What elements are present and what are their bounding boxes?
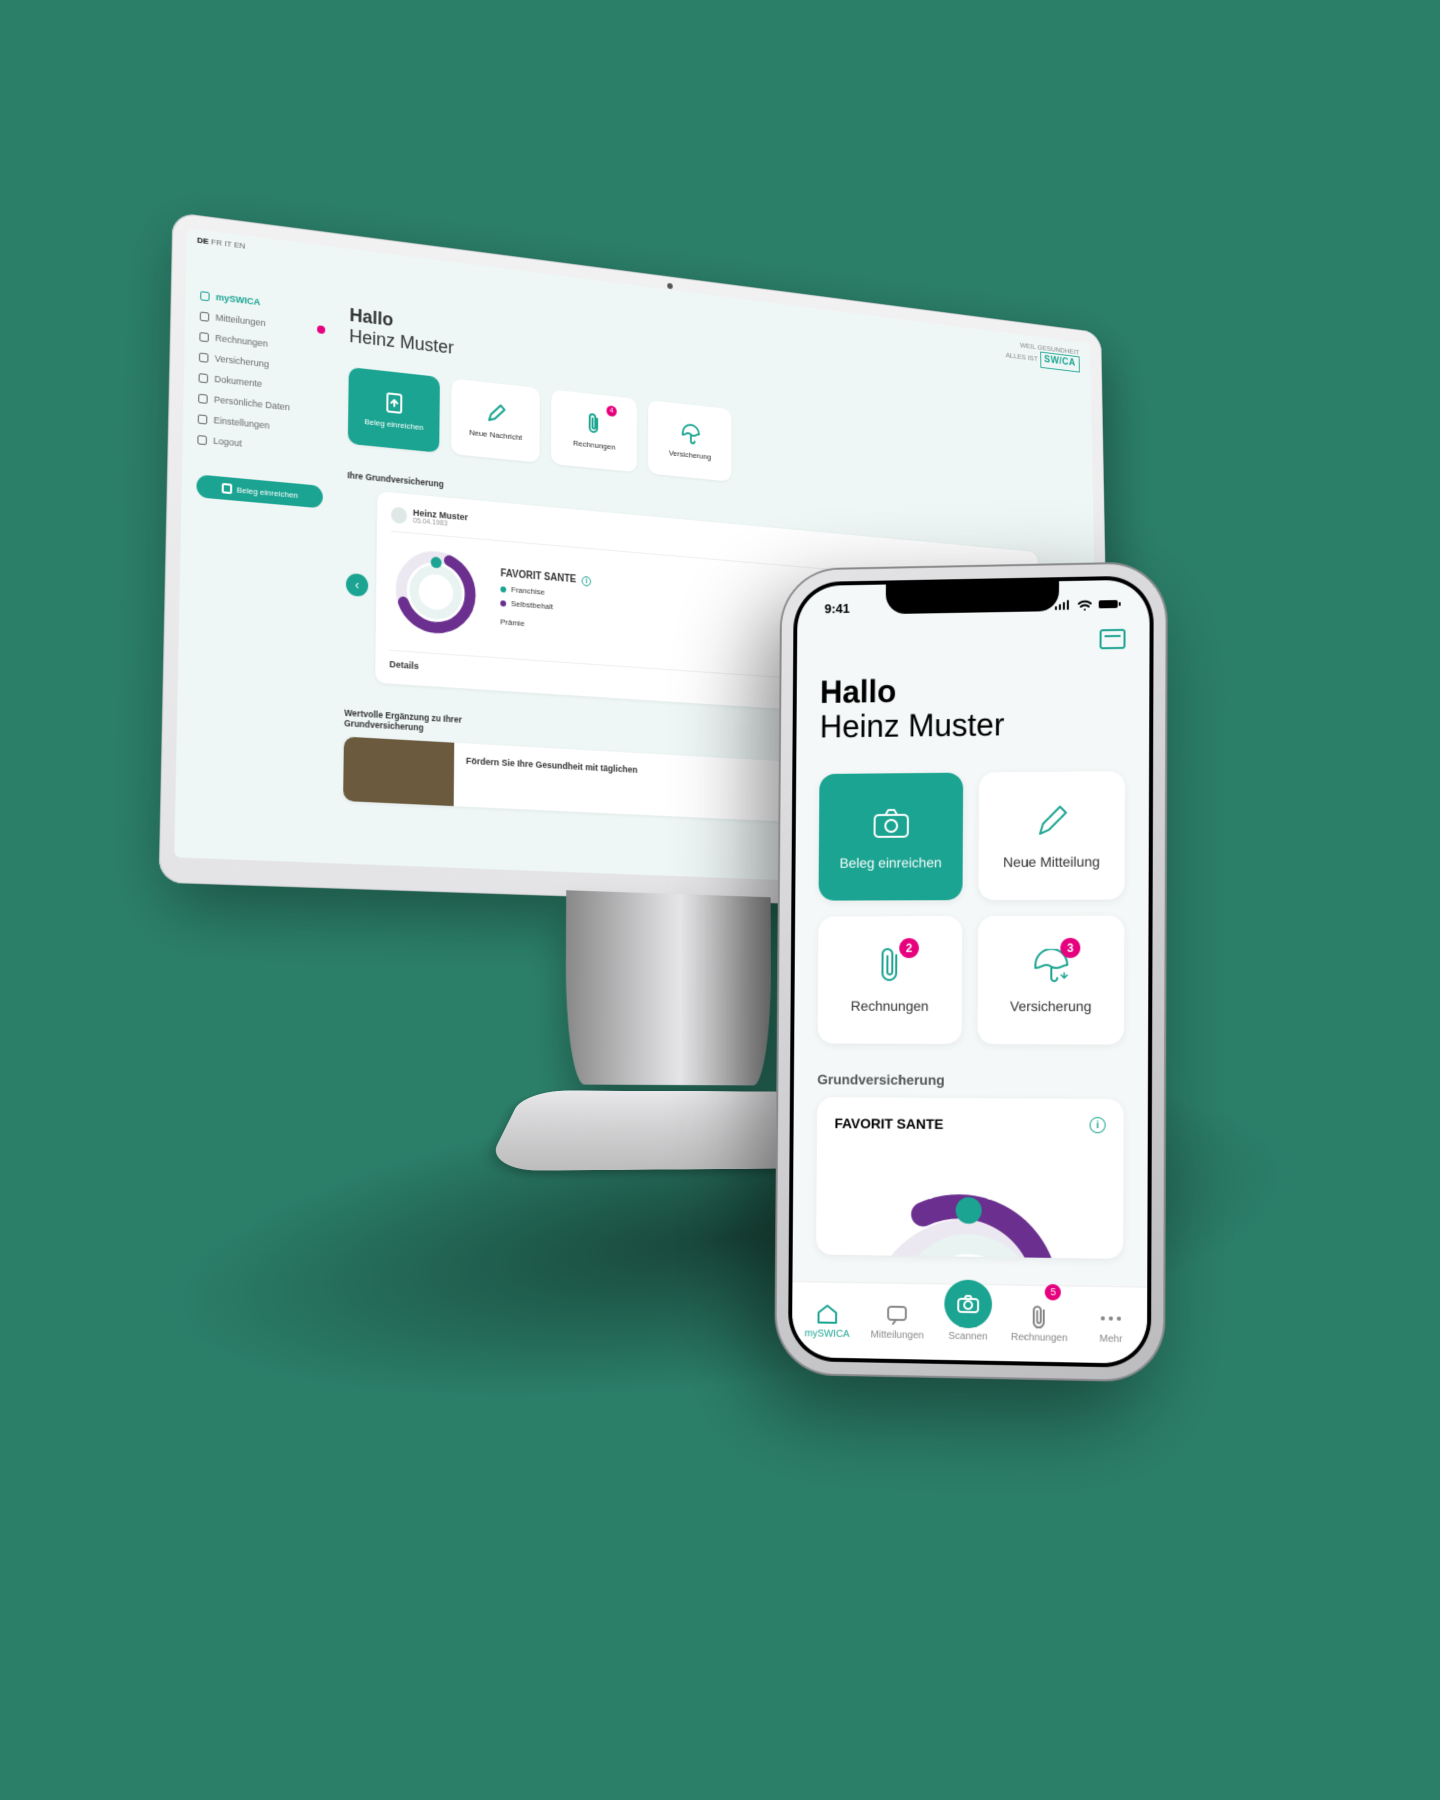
battery-icon (1098, 597, 1122, 609)
info-icon[interactable]: i (1090, 1117, 1106, 1133)
legend-dot (500, 600, 506, 606)
wifi-icon (1077, 598, 1093, 610)
notification-badge (317, 325, 325, 334)
tab-more[interactable]: Mehr (1075, 1287, 1147, 1364)
umbrella-icon (680, 422, 700, 445)
tab-mitteilungen[interactable]: Mitteilungen (862, 1283, 933, 1359)
insurance-card-icon[interactable] (1100, 629, 1126, 649)
shield-icon (199, 352, 209, 362)
tab-myswica[interactable]: mySWICA (792, 1282, 863, 1358)
insurance-section-label: Grundversicherung (817, 1072, 1124, 1090)
status-time: 9:41 (824, 601, 849, 616)
tile-submit-receipt[interactable]: Beleg einreichen (348, 367, 440, 453)
tab-scan[interactable]: Scannen (932, 1260, 1004, 1361)
phone-screen: 9:41 Hallo Heinz Muster Beleg (792, 579, 1150, 1363)
coverage-donut (859, 1144, 1078, 1260)
tile-invoices[interactable]: 4 Rechnungen (551, 389, 637, 472)
tile-insurance[interactable]: 3 Versicherung (978, 916, 1125, 1045)
scan-button[interactable] (944, 1279, 992, 1328)
home-icon (815, 1301, 839, 1325)
action-tiles: Beleg einreichen Neue Mitteilung 2 Rechn… (818, 771, 1125, 1045)
tile-new-message[interactable]: Neue Mitteilung (978, 771, 1125, 900)
chat-icon (200, 311, 210, 321)
tab-bar: mySWICA Mitteilungen Scannen 5 Rechnunge… (792, 1281, 1147, 1364)
upload-icon (222, 483, 233, 494)
logout-icon (197, 434, 207, 444)
carousel-prev-button[interactable]: ‹ (346, 573, 368, 597)
monitor-stand (535, 889, 799, 1240)
gear-icon (198, 414, 208, 424)
tab-rechnungen[interactable]: 5 Rechnungen (1003, 1285, 1075, 1362)
submit-receipt-button[interactable]: Beleg einreichen (196, 474, 323, 508)
more-icon (1099, 1306, 1123, 1331)
paperclip-icon (584, 412, 605, 436)
promo-image (343, 737, 454, 807)
legend-dot (500, 586, 506, 592)
sidebar: mySWICA Mitteilungen Rechnungen Versiche… (174, 228, 340, 863)
coverage-donut (390, 542, 482, 642)
info-icon[interactable]: i (582, 576, 591, 587)
phone-device: 9:41 Hallo Heinz Muster Beleg (776, 563, 1166, 1380)
badge: 3 (1060, 938, 1080, 958)
phone-notch (886, 581, 1059, 614)
greeting-title: Hallo Heinz Muster (820, 671, 1126, 745)
paperclip-icon (1030, 1305, 1048, 1330)
promo-title: Fördern Sie Ihre Gesundheit mit tägliche… (466, 743, 647, 815)
camera-icon (871, 803, 910, 843)
insurance-card[interactable]: FAVORIT SANTEi (816, 1098, 1124, 1260)
document-icon (199, 373, 209, 383)
upload-icon (383, 390, 405, 414)
badge: 2 (899, 938, 919, 958)
badge: 5 (1045, 1284, 1061, 1300)
badge: 4 (606, 405, 616, 417)
tile-new-message[interactable]: Neue Nachricht (451, 378, 540, 462)
invoice-icon (199, 331, 209, 341)
user-icon (198, 393, 208, 403)
webcam (667, 283, 672, 289)
pencil-icon (1034, 802, 1070, 842)
tile-submit-receipt[interactable]: Beleg einreichen (819, 773, 964, 901)
tile-insurance[interactable]: Versicherung (648, 400, 732, 482)
plan-name: FAVORIT SANTEi (834, 1116, 1105, 1134)
avatar (391, 506, 407, 524)
chat-icon (885, 1302, 909, 1326)
home-icon (200, 291, 210, 301)
pencil-icon (485, 401, 506, 425)
tile-invoices[interactable]: 2 Rechnungen (818, 916, 963, 1044)
